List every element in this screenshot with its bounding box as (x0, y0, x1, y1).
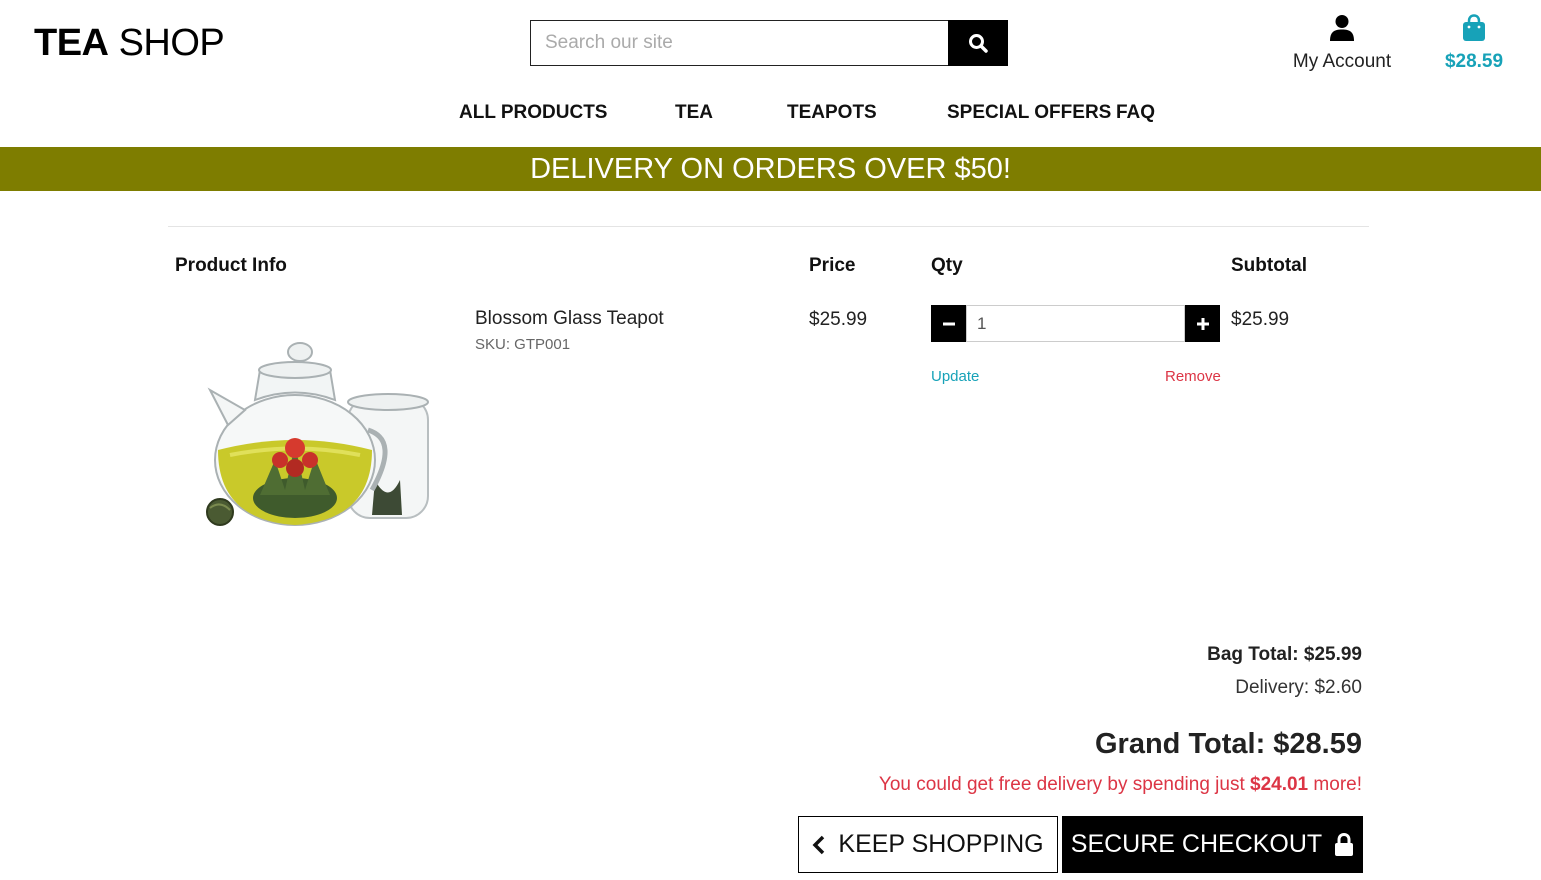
chevron-left-icon (812, 835, 825, 854)
banner-text: DELIVERY ON ORDERS OVER $50! (530, 152, 1011, 185)
delivery-banner: DELIVERY ON ORDERS OVER $50! (0, 147, 1541, 191)
free-delivery-message: You could get free delivery by spending … (879, 774, 1362, 796)
nav-teapots[interactable]: TEAPOTS (787, 102, 877, 124)
logo-light: SHOP (118, 22, 225, 64)
shopping-bag-link[interactable]: $28.59 (1436, 14, 1512, 73)
bag-total: Bag Total: $25.99 (1207, 644, 1362, 665)
secure-checkout-label: SECURE CHECKOUT (1070, 830, 1323, 858)
keep-shopping-label: KEEP SHOPPING (838, 830, 1044, 858)
nav-all-products[interactable]: ALL PRODUCTS (459, 102, 607, 124)
delivery-cost: Delivery: $2.60 (1235, 677, 1362, 698)
search-icon (969, 34, 988, 53)
quantity-stepper (931, 305, 1220, 342)
increment-qty-button[interactable] (1185, 305, 1220, 342)
product-image (200, 330, 440, 535)
main-nav: ALL PRODUCTS TEA TEAPOTS SPECIAL OFFERS … (0, 102, 1541, 128)
free-msg-amount: $24.01 (1250, 774, 1309, 795)
product-name[interactable]: Blossom Glass Teapot (475, 308, 664, 330)
nav-special-offers[interactable]: SPECIAL OFFERS (947, 102, 1111, 124)
free-msg-post: more! (1308, 774, 1362, 795)
free-msg-pre: You could get free delivery by spending … (878, 774, 1251, 795)
plus-icon (1196, 317, 1209, 330)
account-label: My Account (1292, 51, 1392, 72)
update-link[interactable]: Update (931, 368, 979, 385)
quantity-input[interactable] (966, 305, 1185, 342)
bag-total-amount: $28.59 (1444, 51, 1504, 72)
secure-checkout-button[interactable]: SECURE CHECKOUT (1062, 816, 1363, 873)
keep-shopping-button[interactable]: KEEP SHOPPING (798, 816, 1058, 873)
product-price: $25.99 (809, 309, 868, 330)
my-account-link[interactable]: My Account (1284, 14, 1400, 73)
user-icon (1330, 15, 1354, 41)
site-logo[interactable]: TEA SHOP (34, 22, 225, 65)
divider (168, 226, 1369, 227)
header-price: Price (809, 255, 856, 276)
logo-bold: TEA (34, 22, 109, 64)
decrement-qty-button[interactable] (931, 305, 966, 342)
nav-faq[interactable]: FAQ (1116, 102, 1155, 124)
search-button[interactable] (948, 20, 1008, 66)
search-input[interactable] (530, 20, 948, 66)
header-product-info: Product Info (175, 255, 287, 276)
header-qty: Qty (931, 255, 963, 276)
line-subtotal: $25.99 (1231, 309, 1290, 330)
product-sku: SKU: GTP001 (475, 336, 571, 353)
shopping-bag-icon (1463, 14, 1485, 41)
grand-total: Grand Total: $28.59 (1095, 728, 1362, 760)
header-subtotal: Subtotal (1231, 255, 1307, 276)
remove-link[interactable]: Remove (1165, 368, 1221, 385)
minus-icon (942, 322, 955, 325)
lock-icon (1335, 832, 1354, 856)
search-form (530, 20, 1008, 66)
nav-tea[interactable]: TEA (675, 102, 713, 124)
